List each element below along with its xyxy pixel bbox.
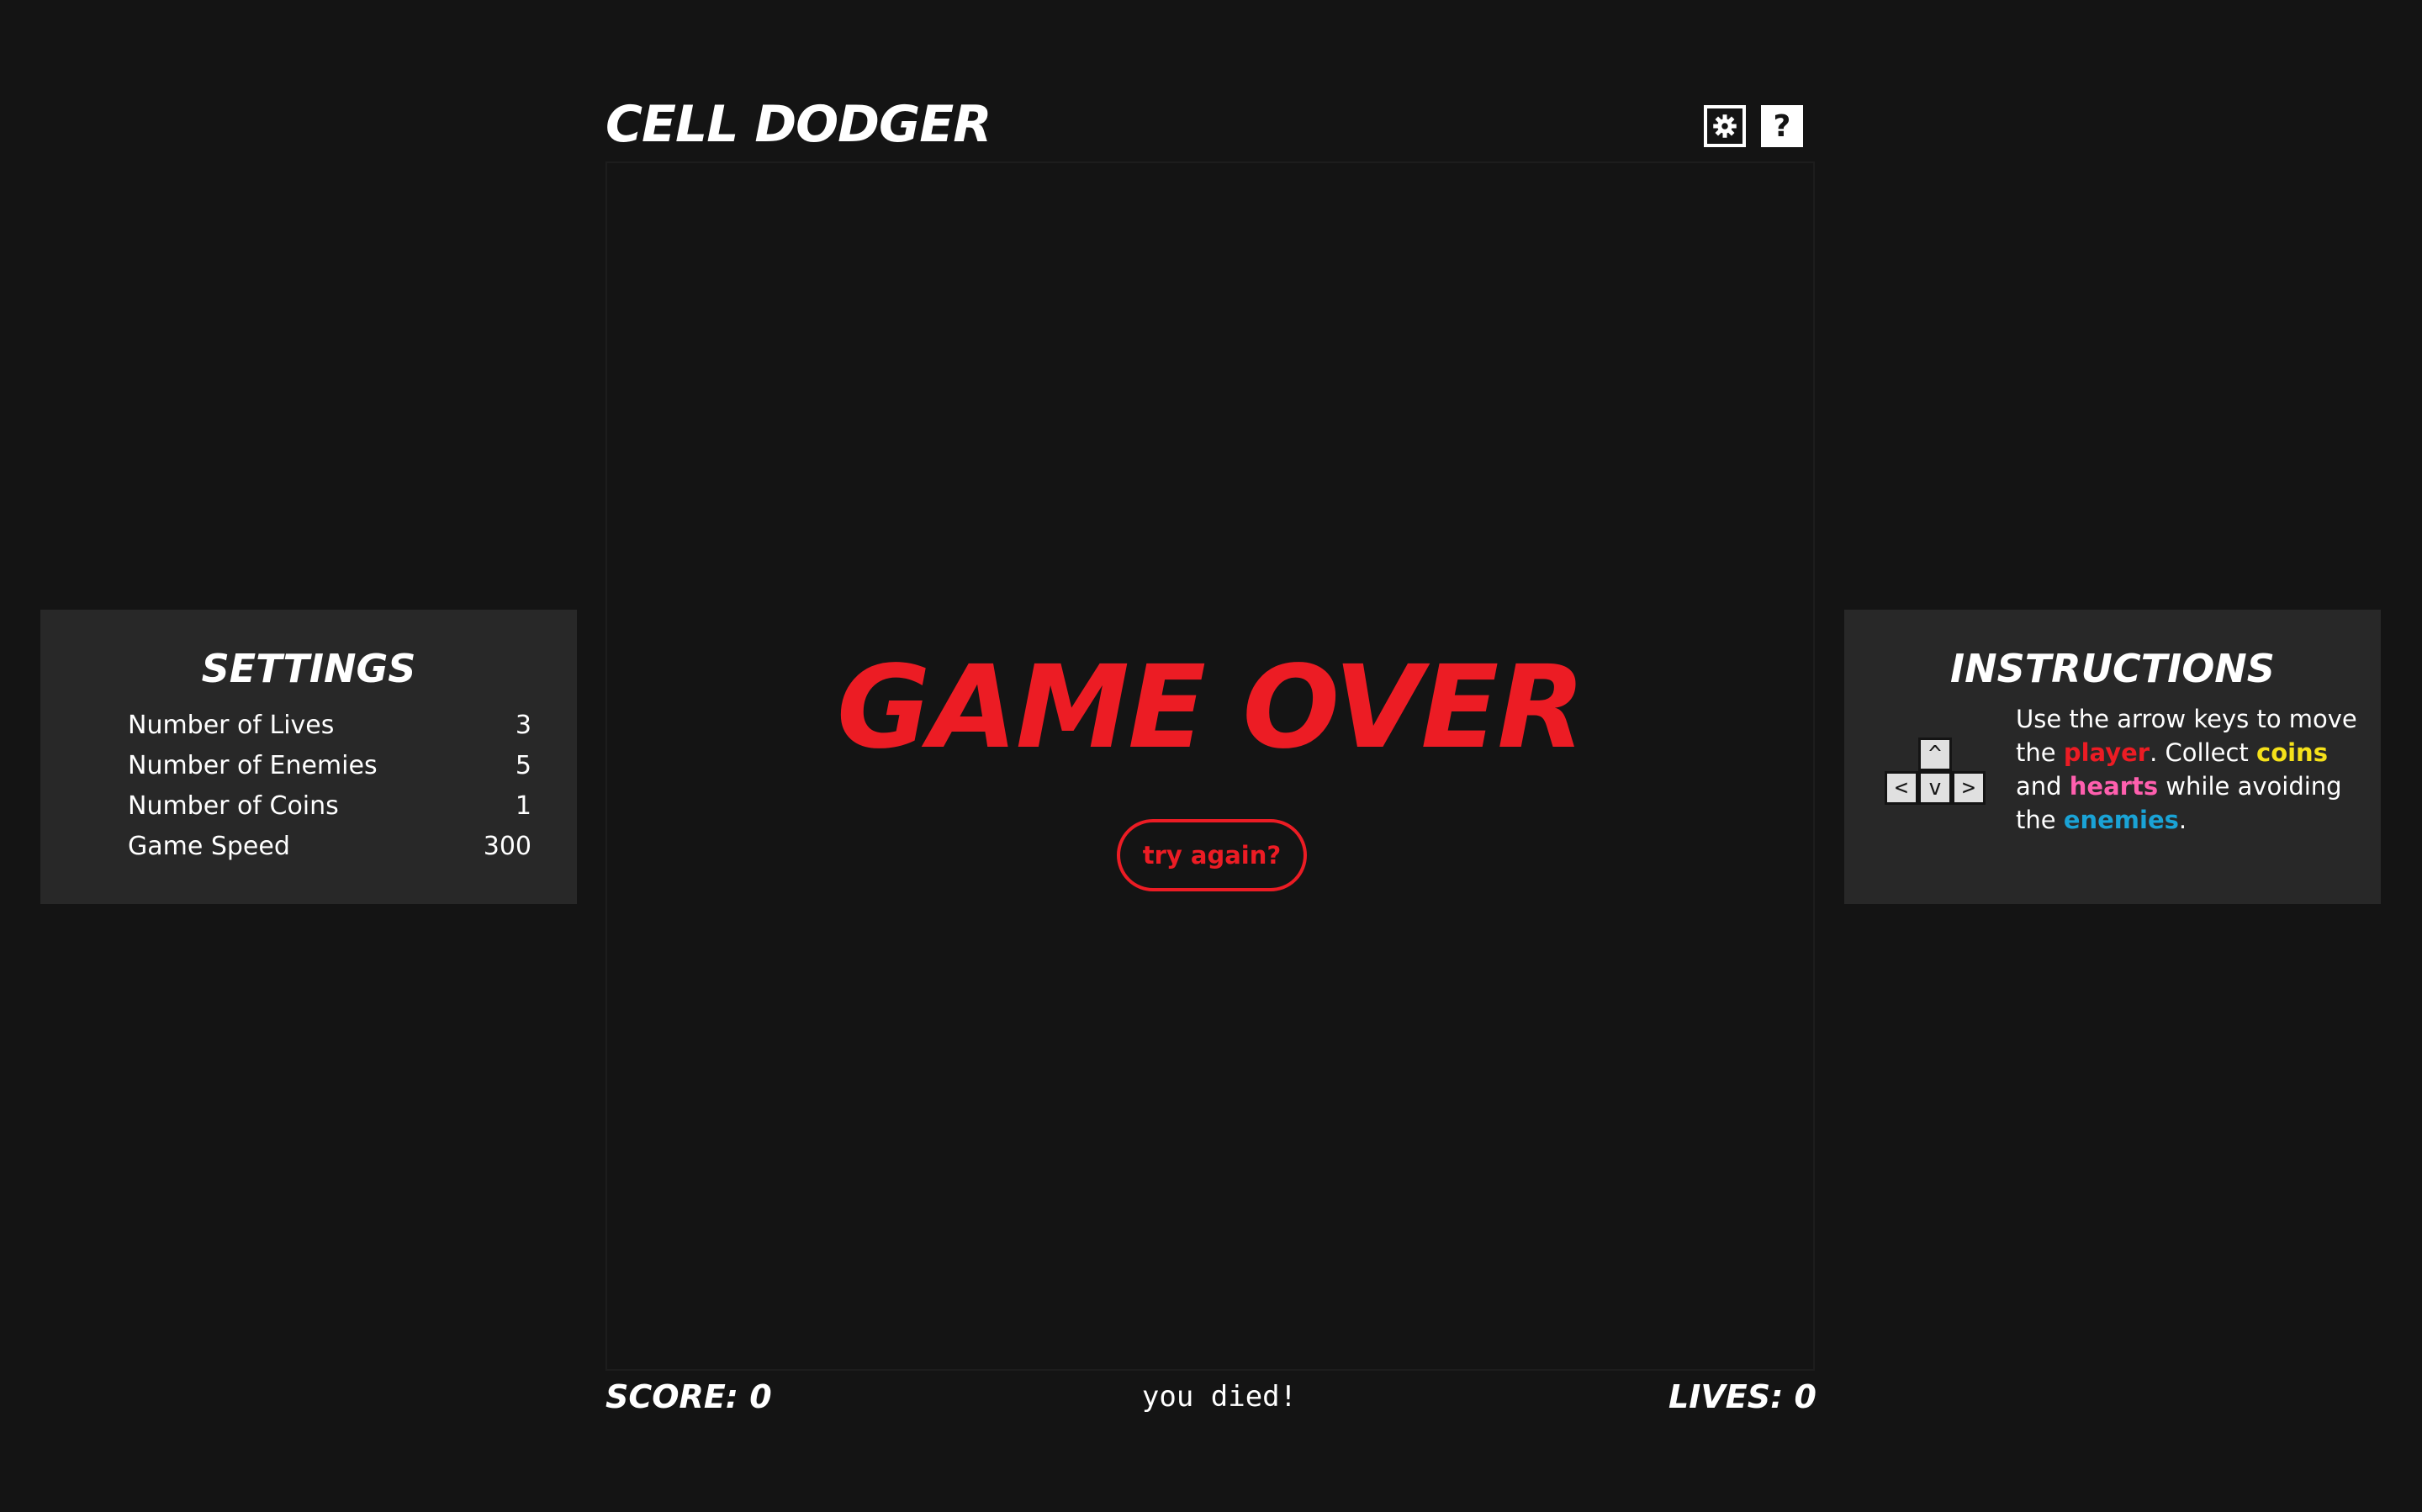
help-button[interactable]: ? <box>1761 105 1803 147</box>
help-icon: ? <box>1773 108 1791 144</box>
hearts-word: hearts <box>2069 772 2159 801</box>
settings-button[interactable] <box>1704 105 1746 147</box>
game-over-heading: GAME OVER <box>836 642 1585 775</box>
setting-value: 5 <box>515 751 531 780</box>
arrow-up-key-icon: ^ <box>1918 737 1952 771</box>
setting-coins: Number of Coins 1 <box>128 786 531 827</box>
arrow-left-key-icon: < <box>1885 771 1918 805</box>
player-word: player <box>2063 738 2150 767</box>
settings-title: SETTINGS <box>201 646 416 691</box>
instructions-title: INSTRUCTIONS <box>1950 646 2275 691</box>
instructions-text-part: and <box>2016 772 2070 801</box>
lives-display: LIVES: 0 <box>1668 1378 1816 1415</box>
instructions-panel: INSTRUCTIONS ^ < v > Use the arrow keys … <box>1844 610 2381 904</box>
setting-value: 300 <box>483 832 531 861</box>
score-display: SCORE: 0 <box>606 1378 772 1415</box>
instructions-text-part: . <box>2178 806 2187 834</box>
setting-label: Game Speed <box>128 832 290 861</box>
game-title: CELL DODGER <box>606 95 992 154</box>
enemies-word: enemies <box>2063 806 2179 834</box>
setting-speed: Game Speed 300 <box>128 827 531 867</box>
settings-panel: SETTINGS Number of Lives 3 Number of Ene… <box>40 610 577 904</box>
instructions-text-part: . Collect <box>2150 738 2256 767</box>
setting-value: 3 <box>515 711 531 740</box>
arrow-right-key-icon: > <box>1952 771 1986 805</box>
setting-value: 1 <box>515 791 531 821</box>
setting-label: Number of Lives <box>128 711 335 740</box>
setting-enemies: Number of Enemies 5 <box>128 746 531 786</box>
gear-icon <box>1713 114 1737 138</box>
setting-label: Number of Enemies <box>128 751 378 780</box>
settings-list: Number of Lives 3 Number of Enemies 5 Nu… <box>128 706 531 867</box>
arrow-keys-icon: ^ < v > <box>1885 737 1989 808</box>
setting-label: Number of Coins <box>128 791 339 821</box>
setting-lives: Number of Lives 3 <box>128 706 531 746</box>
arrow-down-key-icon: v <box>1918 771 1952 805</box>
game-board: GAME OVER try again? <box>606 161 1815 1371</box>
status-message: you died! <box>1141 1380 1298 1414</box>
instructions-text: Use the arrow keys to move the player. C… <box>2016 702 2361 837</box>
coins-word: coins <box>2256 738 2328 767</box>
try-again-button[interactable]: try again? <box>1117 819 1307 891</box>
